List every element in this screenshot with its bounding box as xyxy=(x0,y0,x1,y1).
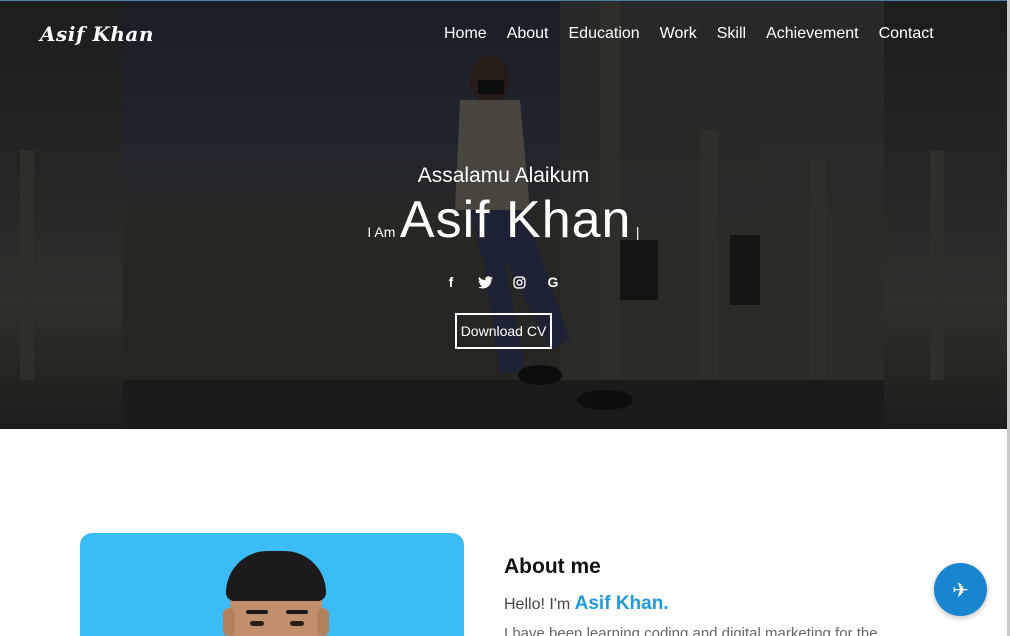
nav-link-contact[interactable]: Contact xyxy=(879,25,934,43)
portrait-hair xyxy=(226,551,326,601)
plane-icon: ✈ xyxy=(952,577,969,602)
main-navigation: Home About Education Work Skill Achievem… xyxy=(444,25,954,43)
portrait-brow xyxy=(286,610,308,614)
portrait-ear xyxy=(223,608,235,636)
hero-prefix: I Am xyxy=(367,224,396,240)
about-photo-card xyxy=(80,533,464,636)
nav-link-achievement[interactable]: Achievement xyxy=(766,25,859,43)
about-heading: About me xyxy=(504,555,601,578)
nav-link-work[interactable]: Work xyxy=(660,25,697,43)
about-description: I have been learning coding and digital … xyxy=(504,625,878,636)
hero-name: Asif Khan xyxy=(399,191,632,249)
typing-cursor: | xyxy=(635,224,640,240)
facebook-icon[interactable]: f xyxy=(441,272,461,292)
floating-action-button[interactable]: ✈ xyxy=(934,563,987,616)
portrait-eye xyxy=(250,621,264,626)
hero-greeting: Assalamu Alaikum xyxy=(417,164,590,187)
hero-name-row: I Am Asif Khan | xyxy=(0,190,1007,250)
nav-link-education[interactable]: Education xyxy=(569,25,640,43)
social-links: f G xyxy=(441,272,563,292)
top-border xyxy=(0,0,1007,1)
hero-section: Asif Khan Home About Education Work Skil… xyxy=(0,0,1007,429)
twitter-icon[interactable] xyxy=(475,272,495,292)
nav-link-home[interactable]: Home xyxy=(444,25,487,43)
download-cv-button[interactable]: Download CV xyxy=(455,313,552,349)
site-logo[interactable]: Asif Khan xyxy=(40,22,154,46)
portrait-eye xyxy=(290,621,304,626)
google-icon[interactable]: G xyxy=(543,272,563,292)
nav-link-about[interactable]: About xyxy=(507,25,549,43)
portrait-brow xyxy=(246,610,268,614)
instagram-icon[interactable] xyxy=(509,272,529,292)
about-hello-name: Asif Khan. xyxy=(574,593,669,614)
nav-link-skill[interactable]: Skill xyxy=(717,25,746,43)
about-hello: Hello! I'm Asif Khan. xyxy=(504,593,669,615)
about-hello-prefix: Hello! I'm xyxy=(504,596,571,613)
portrait-ear xyxy=(317,608,329,636)
